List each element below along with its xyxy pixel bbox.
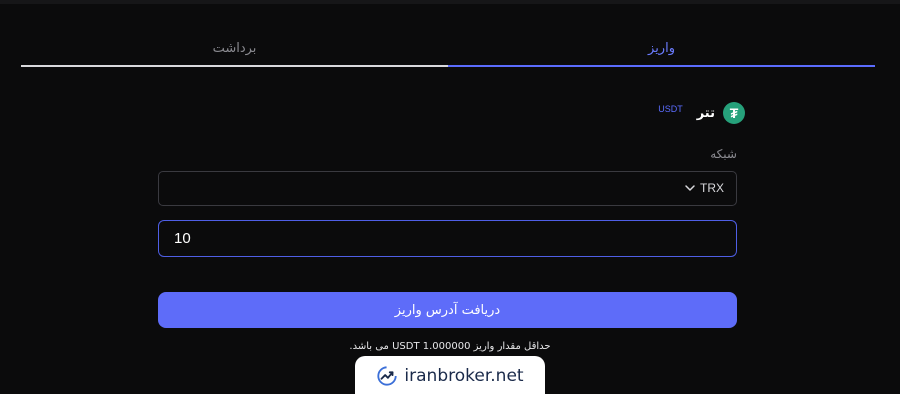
tether-icon: ₮ (723, 102, 745, 124)
tab-withdraw[interactable]: برداشت (21, 30, 448, 66)
tab-deposit-label: واریز (648, 40, 675, 56)
amount-input[interactable] (158, 220, 737, 257)
tab-deposit-underline (448, 65, 875, 67)
network-select[interactable]: TRX (158, 171, 737, 206)
selected-coin: ₮ تتر USDT (658, 102, 745, 124)
watermark-text: iranbroker.net (404, 366, 524, 386)
deposit-withdraw-tabs: برداشت واریز (21, 30, 875, 68)
coin-name: تتر (696, 105, 715, 121)
tab-withdraw-underline (21, 65, 448, 67)
trend-chart-icon (377, 366, 398, 386)
chevron-down-icon (685, 185, 695, 191)
watermark: iranbroker.net (355, 356, 545, 394)
network-selected-value: TRX (700, 181, 724, 195)
top-strip (0, 0, 900, 4)
min-deposit-note: حداقل مقدار واریز USDT 1.000000 می باشد. (349, 341, 551, 352)
tab-deposit[interactable]: واریز (448, 30, 875, 66)
coin-symbol: USDT (658, 104, 683, 114)
get-deposit-address-button[interactable]: دریافت آدرس واریز (158, 292, 737, 328)
network-label: شبکه (710, 147, 737, 161)
tab-withdraw-label: برداشت (212, 40, 257, 56)
